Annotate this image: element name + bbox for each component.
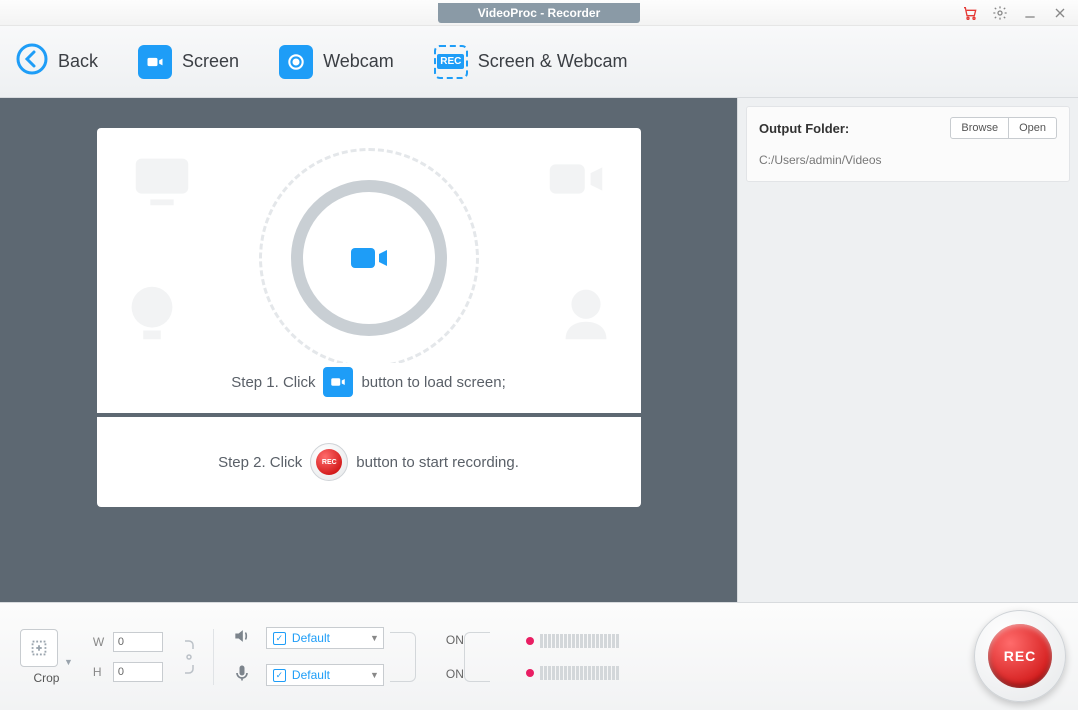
step1-post: button to load screen; — [361, 374, 505, 391]
width-label: W — [93, 635, 107, 649]
stage-illustration — [259, 148, 479, 368]
webcam-icon — [279, 45, 313, 79]
stage-area: Step 1. Click button to load screen; Ste… — [0, 98, 737, 602]
speaker-on-label: ON — [446, 633, 464, 647]
record-button[interactable]: REC — [974, 610, 1066, 702]
height-label: H — [93, 665, 107, 679]
bottom-bar: ▼ Crop W H ✓ Default ▼ ✓ D — [0, 602, 1078, 710]
audio-bracket-icon — [390, 632, 416, 682]
step2-post: button to start recording. — [356, 454, 519, 471]
crop-label: Crop — [33, 671, 59, 685]
back-label: Back — [58, 51, 98, 72]
mic-icon — [232, 663, 254, 688]
chevron-down-icon: ▼ — [370, 670, 379, 680]
step1-camera-icon — [323, 367, 353, 397]
speaker-level-meter — [526, 634, 619, 648]
speaker-device-select[interactable]: ✓ Default ▼ — [266, 627, 384, 649]
speaker-icon — [232, 626, 254, 651]
step2-rec-icon: REC — [310, 443, 348, 481]
audio-group: ✓ Default ▼ ✓ Default ▼ — [232, 626, 384, 688]
meter-bracket-icon — [464, 632, 490, 682]
height-input[interactable] — [113, 662, 163, 682]
output-folder-card: Output Folder: Browse Open C:/Users/admi… — [746, 106, 1070, 182]
instructions-card-1: Step 1. Click button to load screen; — [97, 128, 641, 413]
record-button-label: REC — [988, 624, 1052, 688]
speaker-device-value: Default — [292, 631, 330, 645]
minimize-button[interactable] — [1020, 3, 1040, 23]
speaker-checkbox-icon: ✓ — [273, 632, 286, 645]
side-panel: Output Folder: Browse Open C:/Users/admi… — [737, 98, 1078, 602]
mic-on-label: ON — [446, 667, 464, 681]
webcam-label: Webcam — [323, 51, 394, 72]
app-title: VideoProc - Recorder — [438, 3, 640, 23]
screen-mode-button[interactable]: Screen — [138, 45, 239, 79]
mic-level-meter — [526, 666, 619, 680]
screen-webcam-label: Screen & Webcam — [478, 51, 628, 72]
chevron-down-icon: ▼ — [370, 633, 379, 643]
close-button[interactable] — [1050, 3, 1070, 23]
crop-dropdown-icon[interactable]: ▼ — [64, 657, 73, 667]
back-arrow-icon — [16, 43, 48, 80]
gear-icon[interactable] — [990, 3, 1010, 23]
mic-checkbox-icon: ✓ — [273, 669, 286, 682]
dimensions-group: W H — [93, 632, 163, 682]
step2-pre: Step 2. Click — [218, 454, 302, 471]
open-button[interactable]: Open — [1009, 117, 1057, 139]
rec-badge-icon: REC — [434, 45, 468, 79]
screen-label: Screen — [182, 51, 239, 72]
camera-icon — [138, 45, 172, 79]
titlebar: VideoProc - Recorder — [0, 0, 1078, 26]
step1-pre: Step 1. Click — [231, 374, 315, 391]
instructions-card-2: Step 2. Click REC button to start record… — [97, 417, 641, 507]
output-folder-path: C:/Users/admin/Videos — [759, 153, 1057, 167]
output-folder-label: Output Folder: — [759, 121, 849, 136]
step-1-line: Step 1. Click button to load screen; — [221, 363, 515, 401]
step-2-line: Step 2. Click REC button to start record… — [208, 439, 529, 485]
webcam-mode-button[interactable]: Webcam — [279, 45, 394, 79]
link-dimensions-icon[interactable] — [183, 635, 195, 679]
screen-and-webcam-button[interactable]: REC Screen & Webcam — [434, 45, 628, 79]
mic-device-select[interactable]: ✓ Default ▼ — [266, 664, 384, 686]
width-input[interactable] — [113, 632, 163, 652]
browse-button[interactable]: Browse — [950, 117, 1009, 139]
cart-icon[interactable] — [960, 3, 980, 23]
back-button[interactable]: Back — [16, 43, 98, 80]
toolbar: Back Screen Webcam REC Screen & Webcam — [0, 26, 1078, 98]
crop-button[interactable] — [20, 629, 58, 667]
mic-device-value: Default — [292, 668, 330, 682]
